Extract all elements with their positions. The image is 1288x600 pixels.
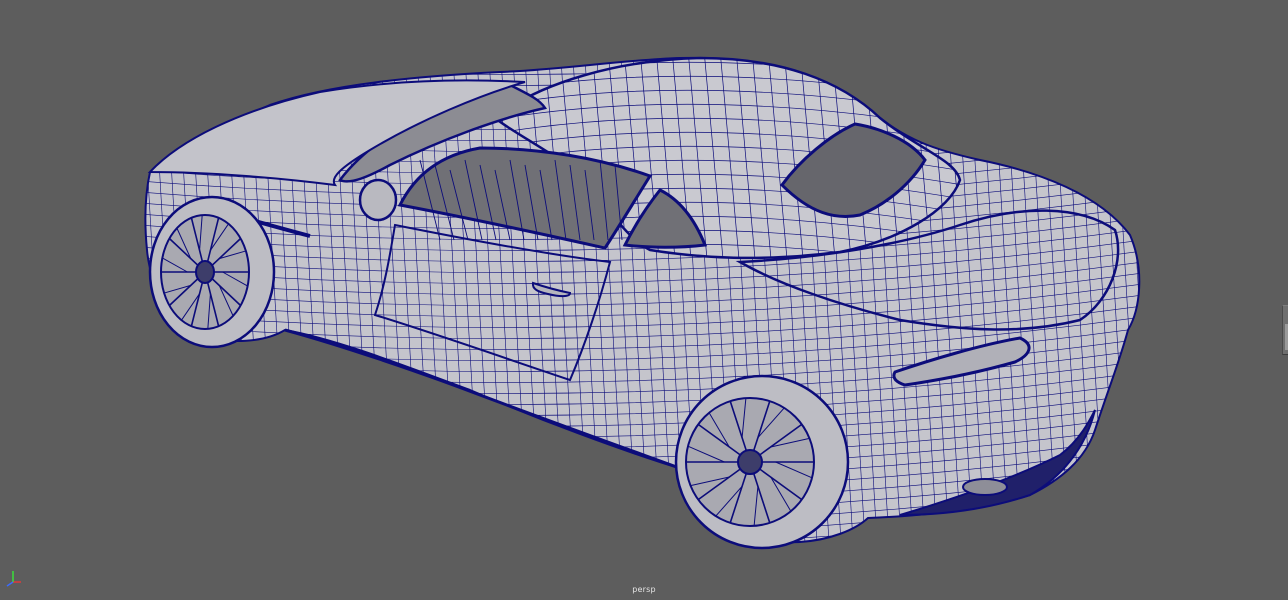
camera-name-label: persp bbox=[632, 585, 656, 594]
maya-viewport[interactable]: persp bbox=[0, 0, 1288, 600]
car-wireframe-model[interactable] bbox=[0, 0, 1288, 600]
mesh-edge bbox=[145, 502, 1140, 543]
mesh-edge bbox=[1135, 57, 1140, 543]
exhaust-tip bbox=[962, 478, 1008, 496]
car-body bbox=[144, 40, 1178, 560]
panel-collapse-handle[interactable] bbox=[1282, 305, 1288, 355]
front-wheel bbox=[148, 195, 276, 349]
mesh-edge bbox=[145, 513, 1140, 543]
rear-wheel bbox=[674, 374, 850, 550]
mesh-edge bbox=[1148, 40, 1178, 560]
side-mirror bbox=[358, 178, 398, 222]
mesh-edge bbox=[145, 524, 1140, 543]
